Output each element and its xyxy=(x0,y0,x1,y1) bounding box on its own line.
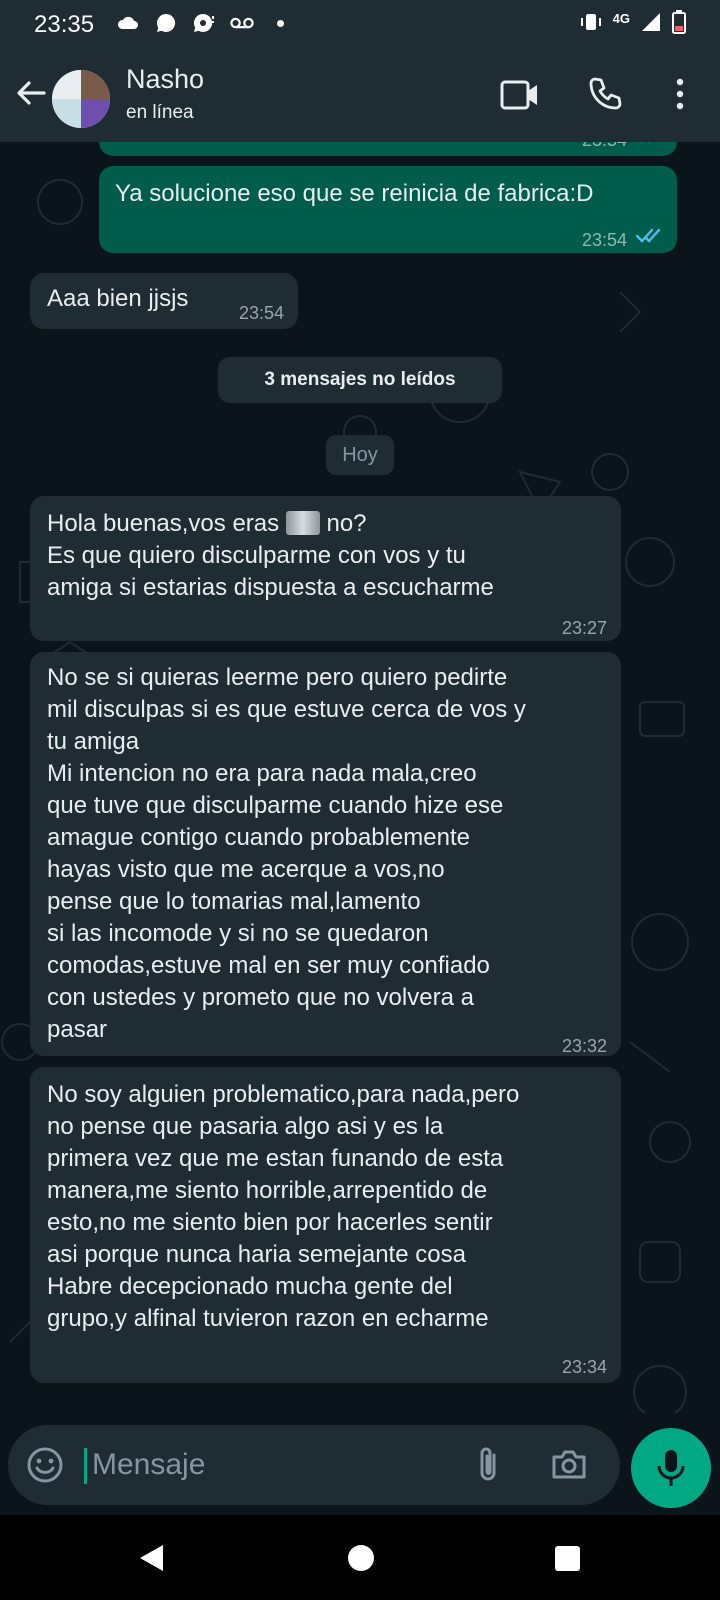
contact-status: en línea xyxy=(126,102,194,123)
nav-back-icon[interactable] xyxy=(137,1543,167,1573)
message-input[interactable] xyxy=(92,1445,472,1485)
message-text: Ya solucione eso que se reinicia de fabr… xyxy=(115,180,594,207)
redacted-name xyxy=(285,511,320,535)
contact-name[interactable]: Nasho xyxy=(126,64,204,95)
microphone-icon[interactable] xyxy=(631,1428,711,1508)
message-time: 23:27 xyxy=(561,618,607,638)
message-composer xyxy=(8,1425,620,1505)
dot-icon xyxy=(268,12,292,34)
message-text: No soy alguien problematico,para nada,pe… xyxy=(47,1081,520,1332)
battery-low-icon xyxy=(672,10,686,39)
status-bar: 23:35 4G xyxy=(0,0,720,50)
date-chip-label: Hoy xyxy=(342,444,378,466)
message-bubble-incoming[interactable]: Hola buenas,vos eras no? Es que quiero d… xyxy=(30,496,621,641)
more-options-icon[interactable] xyxy=(668,76,692,112)
unread-messages-banner: 3 mensajes no leídos xyxy=(218,357,502,403)
nav-recents-icon[interactable] xyxy=(555,1546,580,1571)
avatar[interactable] xyxy=(52,70,110,128)
message-time: 23:34 xyxy=(561,1357,607,1377)
vibrate-icon xyxy=(579,11,603,38)
voicemail-icon xyxy=(230,12,254,34)
signal-icon xyxy=(640,11,662,38)
date-chip: Hoy xyxy=(326,435,394,475)
message-bubble-outgoing[interactable]: 23:54 xyxy=(99,142,677,156)
status-time: 23:35 xyxy=(34,11,95,38)
chat-bubble-icon xyxy=(154,12,178,34)
phone-icon[interactable] xyxy=(587,76,623,112)
text-cursor xyxy=(84,1448,87,1484)
system-navigation-bar xyxy=(0,1515,720,1600)
video-call-icon[interactable] xyxy=(500,78,540,112)
paperclip-icon[interactable] xyxy=(474,1445,504,1485)
message-bubble-incoming[interactable]: No se si quieras leerme pero quiero pedi… xyxy=(30,652,621,1056)
camera-icon[interactable] xyxy=(550,1447,588,1483)
message-text: Aaa bien jjsjs xyxy=(47,285,189,312)
message-bubble-incoming[interactable]: Aaa bien jjsjs 23:54 xyxy=(30,273,298,329)
message-time: 23:54 xyxy=(238,303,284,323)
sparkle-cloud-icon xyxy=(116,12,140,34)
read-receipt-icon xyxy=(641,142,650,143)
back-arrow-icon[interactable] xyxy=(14,76,48,110)
chat-header: Nasho en línea xyxy=(0,50,720,142)
read-receipt-icon xyxy=(635,228,661,243)
message-text: Hola buenas,vos eras no? Es que quiero d… xyxy=(47,510,494,601)
chat-area[interactable]: 23:54 Ya solucione eso que se reinicia d… xyxy=(0,142,720,1413)
network-type: 4G xyxy=(612,11,630,26)
unread-messages-label: 3 mensajes no leídos xyxy=(264,369,456,390)
chat-alert-icon xyxy=(192,12,216,34)
nav-home-icon[interactable] xyxy=(348,1545,374,1571)
message-time: 23:32 xyxy=(561,1036,607,1056)
message-bubble-incoming[interactable]: No soy alguien problematico,para nada,pe… xyxy=(30,1067,621,1383)
message-time: 23:54 xyxy=(582,142,627,156)
message-time: 23:54 xyxy=(581,230,627,250)
message-bubble-outgoing[interactable]: Ya solucione eso que se reinicia de fabr… xyxy=(99,166,677,253)
message-text: No se si quieras leerme pero quiero pedi… xyxy=(47,664,526,1043)
emoji-icon[interactable] xyxy=(26,1446,64,1484)
